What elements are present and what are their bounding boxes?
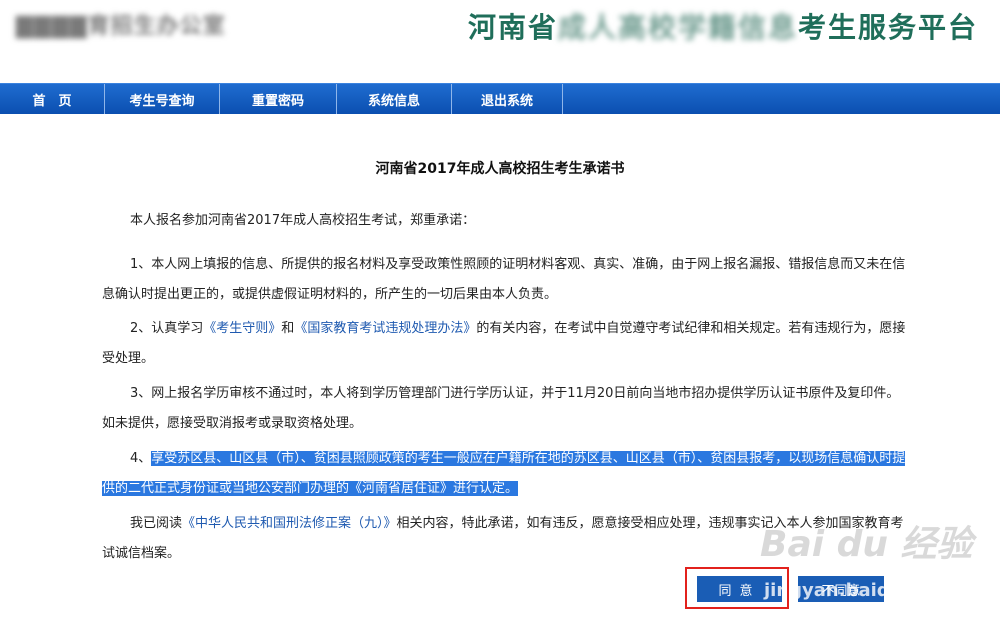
nav-item-exam-number-query[interactable]: 考生号查询 (105, 84, 220, 114)
baidu-watermark: Bai du 经验 (760, 524, 973, 565)
item-2-text-b: 和 (281, 321, 295, 336)
header-title-prefix: 河南省 (467, 11, 558, 44)
commitment-item-4: 4、享受苏区县、山区县（市）、贫困县照顾政策的考生一般应在户籍所在地的苏区县、山… (102, 444, 912, 504)
commitment-item-2: 2、认真学习《考生守则》和《国家教育考试违规处理办法》的有关内容，在考试中自觉遵… (102, 314, 912, 374)
header-platform-title: 河南省成人高校学籍信息考生服务平台 (468, 6, 978, 46)
header-org-name: ▇▇▇▇育招生办公室 (16, 14, 226, 39)
nav-item-reset-password[interactable]: 重置密码 (220, 84, 337, 114)
violation-rules-link[interactable]: 《国家教育考试违规处理办法》 (294, 321, 476, 336)
site-header: ▇▇▇▇育招生办公室 河南省成人高校学籍信息考生服务平台 (0, 0, 1000, 82)
header-title-suffix: 考生服务平台 (797, 11, 978, 44)
item-4-number: 4、 (130, 451, 152, 466)
item-2-text-a: 2、认真学习 (130, 321, 204, 336)
nav-item-logout[interactable]: 退出系统 (452, 84, 563, 114)
exam-rules-link[interactable]: 《考生守则》 (203, 321, 281, 336)
document-intro: 本人报名参加河南省2017年成人高校招生考试，郑重承诺： (130, 213, 476, 228)
highlight-annotation-box (685, 567, 789, 609)
main-nav-bar: 首 页 考生号查询 重置密码 系统信息 退出系统 (0, 83, 1000, 114)
nav-item-system-info[interactable]: 系统信息 (337, 84, 452, 114)
commitment-item-3: 3、网上报名学历审核不通过时，本人将到学历管理部门进行学历认证，并于11月20日… (102, 386, 900, 431)
commitment-item-1: 1、本人网上填报的信息、所提供的报名材料及享受政策性照顾的证明材料客观、真实、准… (102, 257, 906, 302)
document-title: 河南省2017年成人高校招生考生承诺书 (375, 161, 625, 177)
item-4-highlighted-text: 享受苏区县、山区县（市）、贫困县照顾政策的考生一般应在户籍所在地的苏区县、山区县… (102, 451, 906, 496)
statement-text-a: 我已阅读 (130, 516, 183, 531)
header-title-blurred: 成人高校学籍信息 (557, 11, 798, 44)
criminal-law-amendment-link[interactable]: 《中华人民共和国刑法修正案（九）》 (182, 516, 397, 531)
nav-item-home[interactable]: 首 页 (0, 84, 105, 114)
